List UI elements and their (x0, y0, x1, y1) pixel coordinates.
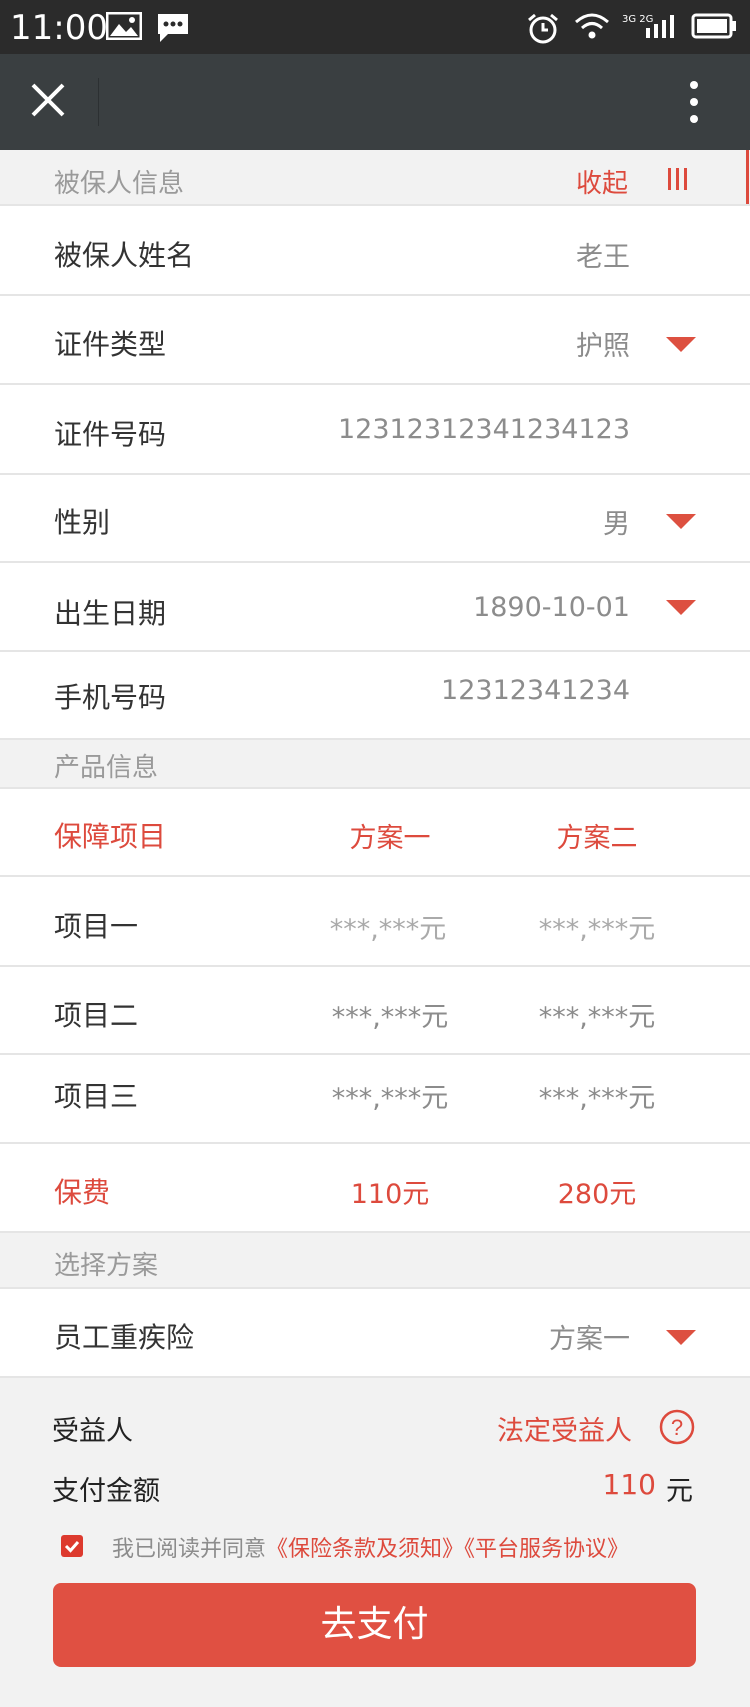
phone-value[interactable]: 12312341234 (441, 675, 630, 706)
insured-name-value[interactable]: 老王 (576, 235, 630, 274)
insured-name-row[interactable]: 被保人姓名 老王 (0, 206, 750, 296)
coverage-row: 项目二 ***,***元 ***,***元 (0, 967, 750, 1055)
beneficiary-value[interactable]: 法定受益人 (497, 1409, 632, 1448)
coverage-row: 项目三 ***,***元 ***,***元 (0, 1055, 750, 1144)
plan1-premium: 110元 (350, 1179, 430, 1210)
plan2-column-header: 方案二 (556, 823, 638, 854)
birthdate-value[interactable]: 1890-10-01 (473, 592, 630, 623)
section-insured-header: 被保人信息 收起 (0, 150, 750, 206)
coverage-header-row: 保障项目 方案一 方案二 (0, 789, 750, 877)
row-label: 证件类型 (54, 328, 167, 361)
more-menu-icon[interactable] (682, 80, 706, 124)
collapse-bars-icon[interactable] (666, 166, 690, 192)
id-type-value[interactable]: 护照 (576, 324, 630, 363)
amount-value: 110 (602, 1468, 656, 1501)
dropdown-arrow-icon[interactable] (666, 337, 696, 352)
battery-icon (691, 13, 736, 39)
gender-value[interactable]: 男 (603, 502, 630, 541)
plan1-amount: ***,***元 (329, 914, 447, 945)
service-agreement-link[interactable]: 《平台服务协议》 (464, 1537, 629, 1562)
check-icon (64, 1541, 80, 1553)
terms-link[interactable]: 《保险条款及须知》 (266, 1537, 464, 1562)
dropdown-arrow-icon[interactable] (666, 1330, 696, 1345)
image-icon (106, 12, 142, 40)
birthdate-row[interactable]: 出生日期 1890-10-01 (0, 563, 750, 652)
section-title: 产品信息 (54, 753, 159, 783)
message-icon (158, 14, 188, 42)
close-icon[interactable] (28, 80, 68, 120)
dropdown-arrow-icon[interactable] (666, 514, 696, 529)
plan-select-row[interactable]: 员工重疾险 方案一 (0, 1289, 750, 1378)
amount-label: 支付金额 (52, 1476, 160, 1507)
row-label: 被保人姓名 (54, 239, 195, 272)
id-number-row[interactable]: 证件号码 12312312341234123 (0, 385, 750, 475)
plan2-amount: ***,***元 (538, 1083, 656, 1114)
section-product-header: 产品信息 (0, 740, 750, 789)
coverage-row: 项目一 ***,***元 ***,***元 (0, 877, 750, 967)
beneficiary-label: 受益人 (52, 1416, 133, 1447)
plan1-column-header: 方案一 (349, 823, 431, 854)
row-label: 手机号码 (54, 681, 167, 714)
plan-select-value[interactable]: 方案一 (549, 1317, 630, 1356)
svg-text:?: ? (671, 1415, 683, 1440)
row-label: 性别 (54, 506, 111, 539)
plan1-amount: ***,***元 (331, 1083, 449, 1114)
nav-bar (0, 54, 750, 150)
status-bar: 11:00 3G 2G (0, 0, 750, 54)
pay-button[interactable]: 去支付 (53, 1583, 696, 1667)
coverage-item-name: 项目二 (54, 999, 139, 1032)
dropdown-arrow-icon[interactable] (666, 600, 696, 615)
agreement-text: 我已阅读并同意《保险条款及须知》《平台服务协议》 (112, 1531, 629, 1563)
gender-row[interactable]: 性别 男 (0, 475, 750, 563)
phone-row[interactable]: 手机号码 12312341234 (0, 652, 750, 740)
collapse-button[interactable]: 收起 (576, 163, 628, 200)
agree-prefix: 我已阅读并同意 (112, 1537, 267, 1562)
section-title: 选择方案 (54, 1251, 159, 1281)
plan-product-name: 员工重疾险 (54, 1321, 195, 1354)
coverage-item-name: 项目一 (54, 910, 139, 943)
section-title: 被保人信息 (54, 169, 185, 199)
premium-row: 保费 110元 280元 (0, 1144, 750, 1233)
agree-checkbox[interactable] (61, 1535, 83, 1557)
plan2-amount: ***,***元 (538, 914, 656, 945)
scroll-indicator (746, 150, 749, 204)
plan2-premium: 280元 (557, 1179, 637, 1210)
status-time: 11:00 (10, 8, 108, 48)
nav-divider (98, 78, 99, 126)
signal-icon (646, 15, 674, 38)
alarm-icon (528, 13, 558, 44)
amount-unit: 元 (666, 1476, 693, 1507)
row-label: 出生日期 (54, 597, 167, 630)
help-icon[interactable]: ? (658, 1408, 696, 1446)
premium-label: 保费 (54, 1176, 111, 1209)
plan1-amount: ***,***元 (331, 1002, 449, 1033)
id-number-value[interactable]: 12312312341234123 (338, 414, 630, 445)
section-plan-header: 选择方案 (0, 1233, 750, 1289)
row-label: 证件号码 (54, 418, 167, 451)
coverage-column-header: 保障项目 (54, 820, 167, 853)
plan2-amount: ***,***元 (538, 1002, 656, 1033)
coverage-item-name: 项目三 (54, 1080, 139, 1113)
wifi-icon (575, 13, 609, 39)
id-type-row[interactable]: 证件类型 护照 (0, 296, 750, 385)
